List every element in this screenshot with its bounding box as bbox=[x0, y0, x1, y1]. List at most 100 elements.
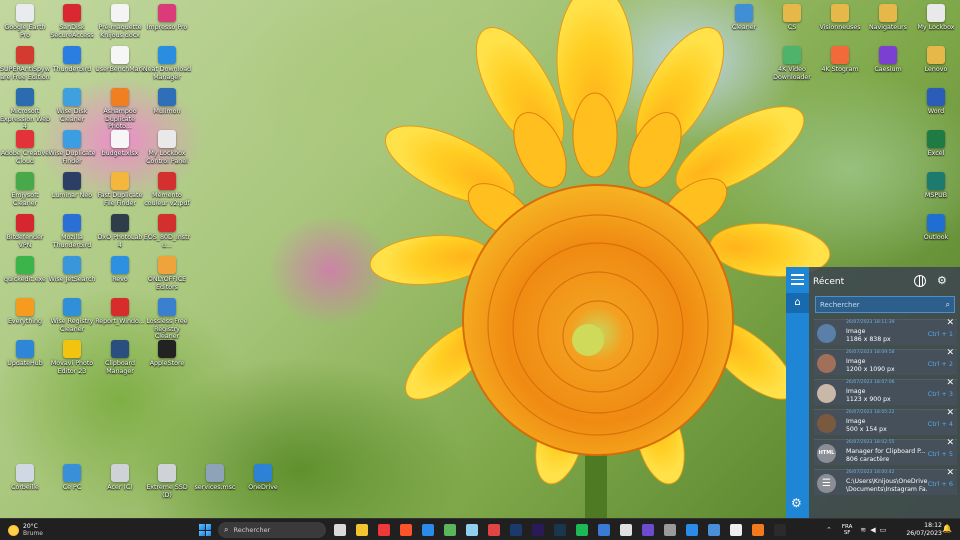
desktop-icon[interactable]: Neat Download Manager bbox=[142, 46, 192, 81]
desktop-icon[interactable]: Wise Disk Cleaner bbox=[47, 88, 97, 123]
desktop-icon[interactable]: Lossless Free Registry Cleaner bbox=[142, 298, 192, 341]
taskbar-app-photos-icon[interactable] bbox=[708, 524, 720, 536]
desktop-icon[interactable]: CS bbox=[767, 4, 817, 32]
clipboard-item[interactable]: 26/07/2023 18:07:06 Image 1123 x 900 px Ctr… bbox=[814, 379, 957, 405]
taskbar-app-vlc-like-icon[interactable] bbox=[598, 524, 610, 536]
desktop-icon[interactable]: Mulimon bbox=[142, 88, 192, 116]
taskbar-app-brave-icon[interactable] bbox=[400, 524, 412, 536]
desktop-icon[interactable]: My Lockbox Control Panel bbox=[142, 130, 192, 165]
desktop-icon[interactable]: Word bbox=[911, 88, 960, 116]
taskbar-app-app-grey-icon[interactable] bbox=[664, 524, 676, 536]
desktop-icon[interactable]: Extreme SSD (D) bbox=[142, 464, 192, 499]
desktop-icon[interactable]: Microsoft Expression Web 4 bbox=[0, 88, 50, 131]
chevron-up-icon[interactable]: ⌃ bbox=[826, 526, 832, 534]
desktop-icon[interactable]: Adobe Creative Cloud bbox=[0, 130, 50, 165]
hamburger-menu-icon[interactable] bbox=[791, 274, 804, 285]
clipboard-item[interactable]: 26/07/2023 18:09:58 Image 1200 x 1090 px Ct… bbox=[814, 349, 957, 375]
desktop-icon[interactable]: Wise Duplicate Finder bbox=[47, 130, 97, 165]
desktop-icon[interactable]: Lenovo bbox=[911, 46, 960, 74]
clipboard-search-input[interactable]: Rechercher ⌕ bbox=[815, 296, 955, 313]
desktop-icon[interactable]: Google Earth Pro bbox=[0, 4, 50, 39]
desktop-icon[interactable]: ONLYOFFICE Editors bbox=[142, 256, 192, 291]
language-indicator[interactable]: FRA SF bbox=[842, 524, 853, 537]
settings-gear-icon[interactable]: ⚙ bbox=[791, 496, 802, 510]
taskbar-app-media-player-icon[interactable] bbox=[752, 524, 764, 536]
taskbar-app-file-explorer-icon[interactable] bbox=[356, 524, 368, 536]
close-icon[interactable]: ✕ bbox=[946, 439, 954, 448]
close-icon[interactable]: ✕ bbox=[946, 379, 954, 388]
clipboard-item[interactable]: 26/07/2023 18:05:22 Image 500 x 154 px Ctrl… bbox=[814, 409, 957, 435]
windows-start-button[interactable] bbox=[199, 524, 211, 536]
desktop-icon[interactable]: SanDisk SecureAccess bbox=[47, 4, 97, 39]
taskbar-clock[interactable]: 18:12 26/07/2023 bbox=[906, 522, 942, 537]
close-icon[interactable]: ✕ bbox=[946, 349, 954, 358]
clipboard-item[interactable]: HTML 26/07/2023 18:02:55 Manager for Clipb… bbox=[814, 439, 957, 465]
clipboard-item[interactable]: 26/07/2023 18:11:39 Image 1186 x 838 px Ctr… bbox=[814, 319, 957, 345]
taskbar-app-photoshop-icon[interactable] bbox=[510, 524, 522, 536]
taskbar-search-box[interactable]: ⌕ Rechercher bbox=[218, 522, 326, 538]
desktop-icon[interactable]: UserBenchMark bbox=[95, 46, 145, 74]
desktop-icon[interactable]: Pré-maquette Knijous.docx bbox=[95, 4, 145, 39]
desktop-icon[interactable]: Caesium bbox=[863, 46, 913, 74]
close-icon[interactable]: ✕ bbox=[946, 469, 954, 478]
desktop-icon[interactable]: Thunderbird bbox=[47, 46, 97, 74]
wifi-icon[interactable]: ≋ bbox=[860, 526, 866, 534]
search-icon[interactable]: ⌕ bbox=[946, 300, 950, 310]
desktop-icon[interactable]: Mozilla Thunderbird bbox=[47, 214, 97, 249]
desktop-icon[interactable]: Cleaner bbox=[719, 4, 769, 32]
desktop-icon[interactable]: Emjysoft Cleaner bbox=[0, 172, 50, 207]
taskbar-app-monitor-icon[interactable] bbox=[466, 524, 478, 536]
taskbar-app-notepad-icon[interactable] bbox=[444, 524, 456, 536]
desktop-icon[interactable]: Wise Registry Cleaner bbox=[47, 298, 97, 333]
desktop-icon[interactable]: Report_Windo... bbox=[95, 298, 145, 326]
desktop-icon[interactable]: 4K Video Downloader bbox=[767, 46, 817, 81]
desktop-icon[interactable]: Ce PC bbox=[47, 464, 97, 492]
desktop-icon[interactable]: Luminar Neo bbox=[47, 172, 97, 200]
desktop-icon[interactable]: Clipboard Manager bbox=[95, 340, 145, 375]
desktop-icon[interactable]: Outlook bbox=[911, 214, 960, 242]
taskbar-app-task-view-icon[interactable] bbox=[334, 524, 346, 536]
volume-icon[interactable]: ◀ bbox=[870, 526, 875, 534]
desktop-icon[interactable]: Everything bbox=[0, 298, 50, 326]
weather-widget[interactable]: 20°C Brume bbox=[8, 522, 43, 538]
taskbar-app-davinci-icon[interactable] bbox=[620, 524, 632, 536]
desktop-icon[interactable]: Movavi Photo Editor 23 bbox=[47, 340, 97, 375]
desktop-icon[interactable]: OneDrive bbox=[238, 464, 288, 492]
taskbar-app-lightroom-icon[interactable] bbox=[554, 524, 566, 536]
desktop-icon[interactable]: DxO PhotoLab 4 bbox=[95, 214, 145, 249]
clipboard-item[interactable]: ☰ 26/07/2023 18:00:42 C:\Users\Knijous\One… bbox=[814, 469, 957, 495]
desktop-icon[interactable]: SUPERAntiSpyware Free Edition bbox=[0, 46, 50, 81]
taskbar-app-terminal-icon[interactable] bbox=[774, 524, 786, 536]
desktop-icon[interactable]: Acer (C) bbox=[95, 464, 145, 492]
desktop-icon[interactable]: EOS_80D_Instru... bbox=[142, 214, 192, 249]
desktop-icon[interactable]: Fast Duplicate File Finder bbox=[95, 172, 145, 207]
home-icon[interactable]: ⌂ bbox=[786, 293, 809, 313]
desktop-icon[interactable]: Corbeille bbox=[0, 464, 50, 492]
taskbar-app-vivaldi-icon[interactable] bbox=[378, 524, 390, 536]
desktop-icon[interactable]: AppleStore bbox=[142, 340, 192, 368]
desktop-icon[interactable]: MSPUB bbox=[911, 172, 960, 200]
desktop-icon[interactable]: services.msc bbox=[190, 464, 240, 492]
taskbar-app-spotify-icon[interactable] bbox=[576, 524, 588, 536]
globe-icon[interactable] bbox=[914, 275, 926, 287]
taskbar-app-paint-icon[interactable] bbox=[488, 524, 500, 536]
desktop-icon[interactable]: Bitdefender VPN bbox=[0, 214, 50, 249]
taskbar-app-app-white-icon[interactable] bbox=[730, 524, 742, 536]
desktop-icon[interactable]: Wise JetSearch bbox=[47, 256, 97, 284]
desktop-icon[interactable]: Ashampoo Duplicate Photo... bbox=[95, 88, 145, 131]
desktop-icon[interactable]: Visionneuses bbox=[815, 4, 865, 32]
desktop-icon[interactable]: budget.xlsx bbox=[95, 130, 145, 158]
desktop-icon[interactable]: quickedit.exe bbox=[0, 256, 50, 284]
battery-icon[interactable]: ▭ bbox=[880, 526, 887, 534]
taskbar-app-premiere-icon[interactable] bbox=[532, 524, 544, 536]
desktop-icon[interactable]: 4K Stogram bbox=[815, 46, 865, 74]
desktop-icon[interactable]: My Lockbox bbox=[911, 4, 960, 32]
desktop-icon[interactable]: Revo bbox=[95, 256, 145, 284]
desktop-icon[interactable]: Navigateurs bbox=[863, 4, 913, 32]
taskbar-app-app-blue-icon[interactable] bbox=[686, 524, 698, 536]
gear-icon[interactable]: ⚙ bbox=[937, 274, 947, 287]
desktop-icon[interactable]: UpdateHub bbox=[0, 340, 50, 368]
desktop-icon[interactable]: Excel bbox=[911, 130, 960, 158]
desktop-icon[interactable]: Mémento couleur v2.pdf bbox=[142, 172, 192, 207]
notification-bell-icon[interactable]: 🔔 bbox=[942, 524, 952, 533]
